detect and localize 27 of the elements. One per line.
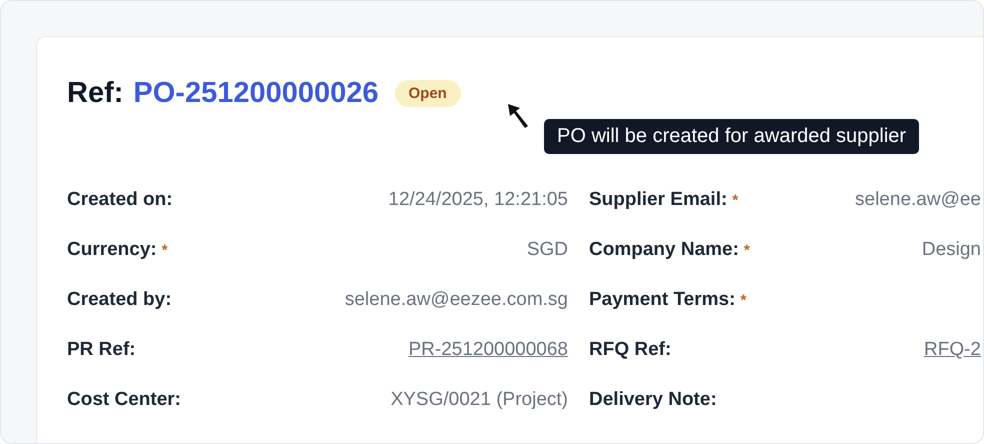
- field-label: Delivery Note:: [589, 389, 717, 411]
- field-value: SGD: [526, 239, 568, 261]
- field-link[interactable]: RFQ-2: [924, 339, 981, 361]
- ref-label: Ref:: [67, 76, 124, 110]
- field-label: Cost Center:: [67, 389, 182, 411]
- field-label: Payment Terms: *: [589, 289, 746, 311]
- field-value: Design: [922, 239, 981, 261]
- field-label: Created on:: [67, 189, 173, 211]
- cursor-icon: [506, 102, 530, 130]
- field-value: 12/24/2025, 12:21:05: [388, 189, 568, 211]
- required-mark: *: [740, 292, 746, 309]
- required-mark: *: [162, 242, 168, 259]
- field-label: Currency: *: [67, 239, 168, 261]
- field-label: Company Name: *: [589, 239, 750, 261]
- required-mark: *: [732, 192, 738, 209]
- field-value: selene.aw@eezee.com.sg: [344, 289, 568, 311]
- ref-number: PO-251200000026: [133, 76, 378, 110]
- field-value: selene.aw@ee: [855, 189, 981, 211]
- field-label: RFQ Ref:: [589, 339, 672, 361]
- tooltip: PO will be created for awarded supplier: [544, 119, 920, 154]
- field-label: PR Ref:: [67, 339, 136, 361]
- field-link[interactable]: PR-251200000068: [408, 339, 568, 361]
- field-label: Created by:: [67, 289, 172, 311]
- field-label: Supplier Email: *: [589, 189, 738, 211]
- required-mark: *: [744, 242, 750, 259]
- status-badge: Open: [394, 80, 461, 106]
- field-value: XYSG/0021 (Project): [390, 389, 568, 411]
